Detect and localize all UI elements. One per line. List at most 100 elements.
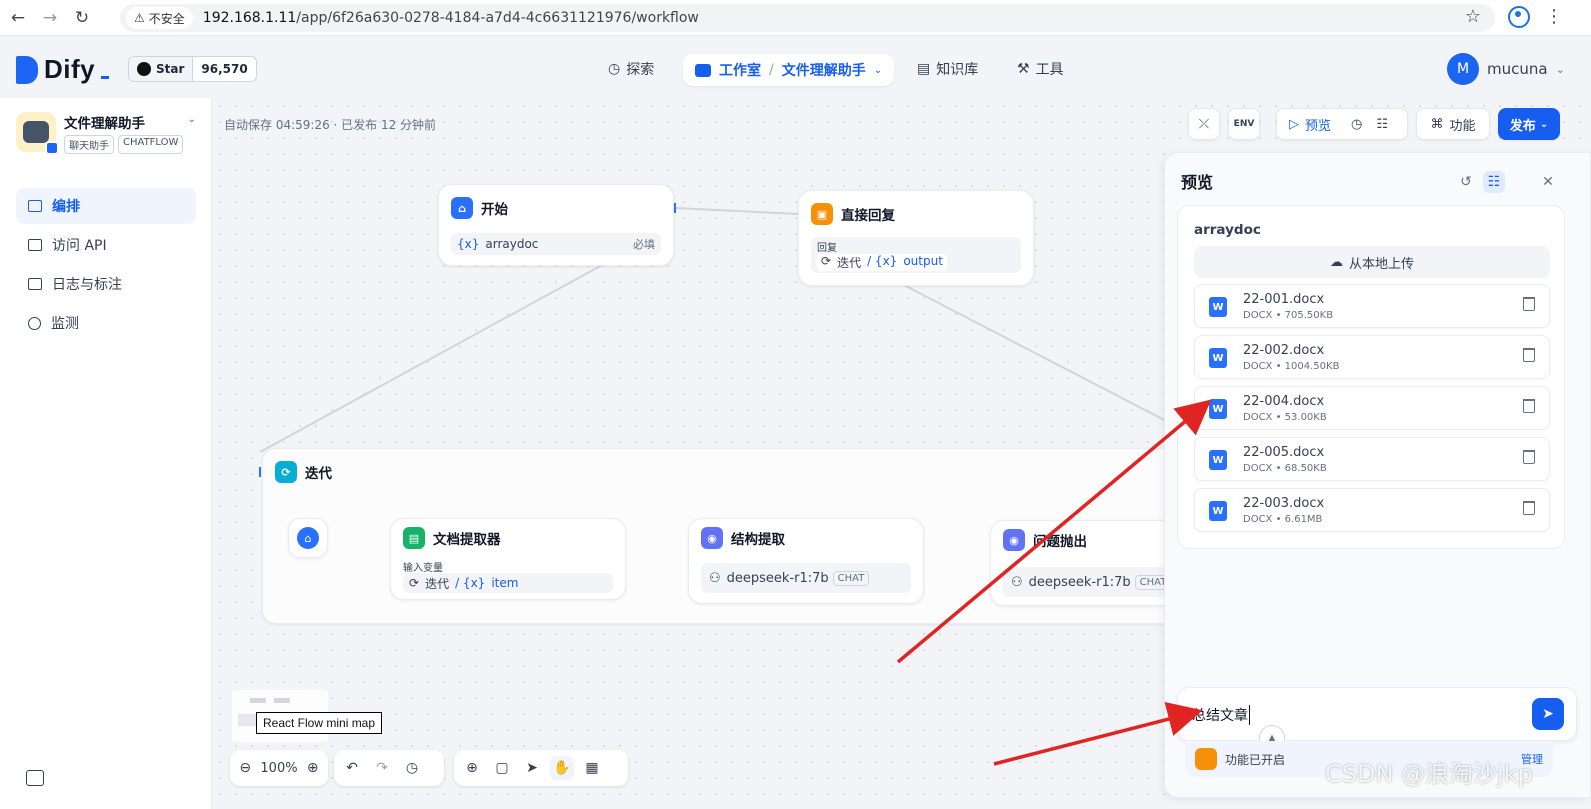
menu-icon[interactable]: ⋮ xyxy=(1545,6,1563,27)
file-item[interactable]: W 22-001.docx DOCX • 705.50KB xyxy=(1194,284,1550,328)
sidebar-item-api[interactable]: 访问 API xyxy=(16,227,196,263)
checklist-icon[interactable]: ☷ xyxy=(1376,117,1388,132)
forward-icon[interactable]: → xyxy=(36,4,64,32)
app-switch-label[interactable]: 文件理解助手 xyxy=(782,60,866,80)
play-icon[interactable]: ▷ xyxy=(1289,117,1299,132)
sidebar-item-logs[interactable]: 日志与标注 xyxy=(16,266,196,302)
nav-tools[interactable]: ⚒ 工具 xyxy=(1017,54,1064,84)
robot-icon xyxy=(695,63,711,77)
nav-studio[interactable]: 工作室 / 文件理解助手 ⌄ xyxy=(683,54,895,86)
preview-button[interactable]: 预览 xyxy=(1305,115,1331,134)
answer-label: 回复 xyxy=(817,243,837,254)
sidebar-item-label: 监测 xyxy=(51,316,79,332)
features-enabled-label: 功能已开启 xyxy=(1225,752,1286,767)
chevron-down-icon[interactable]: ⌄ xyxy=(1556,63,1565,76)
features-button[interactable]: ⌘ 功能 xyxy=(1416,108,1490,140)
insecure-badge[interactable]: ⚠ 不安全 xyxy=(126,7,193,29)
iteration-start-node[interactable]: ⌂ xyxy=(288,518,328,558)
close-icon[interactable]: ✕ xyxy=(1537,171,1559,193)
breadcrumb-separator: / xyxy=(769,62,774,78)
send-button[interactable]: ➤ xyxy=(1532,698,1564,730)
settings-sliders-icon[interactable]: ☷ xyxy=(1483,171,1505,193)
nav-knowledge-label: 知识库 xyxy=(936,62,979,78)
github-icon xyxy=(137,62,151,76)
preview-title: 预览 xyxy=(1181,173,1214,192)
question-node-title: 问题抛出 xyxy=(1033,534,1087,550)
publish-button[interactable]: 发布 ⌄ xyxy=(1498,108,1560,140)
checklist-icon[interactable]: ⤫ xyxy=(1188,108,1220,140)
app-avatar-icon xyxy=(16,112,59,155)
preview-group: ▷ 预览 ◷ ☷ xyxy=(1276,108,1408,140)
minimap-tooltip: React Flow mini map xyxy=(256,712,383,734)
node-output-handle[interactable] xyxy=(674,203,676,213)
add-note-icon[interactable]: ▢ xyxy=(490,756,514,780)
zoom-in-icon[interactable]: ⊕ xyxy=(304,756,322,780)
file-item[interactable]: W 22-003.docx DOCX • 6.61MB xyxy=(1194,488,1550,532)
doc-extractor-node[interactable]: ▤ 文档提取器 输入变量 ⟳ 迭代 / {x} item xyxy=(390,518,626,600)
file-item[interactable]: W 22-005.docx DOCX • 68.50KB xyxy=(1194,437,1550,481)
trash-icon[interactable] xyxy=(1523,348,1535,362)
home-icon: ⌂ xyxy=(297,527,319,549)
trash-icon[interactable] xyxy=(1523,501,1535,515)
app-info-card[interactable]: 文件理解助手 聊天助手 CHATFLOW ⌄ xyxy=(16,112,196,155)
layout-icon xyxy=(28,200,42,212)
address-bar[interactable]: ⚠ 不安全 192.168.1.11/app/6f26a630-0278-418… xyxy=(120,4,1495,32)
chat-input[interactable]: 总结文章 ➤ xyxy=(1177,687,1577,741)
chevron-down-icon[interactable]: ⌄ xyxy=(188,114,196,125)
hand-icon[interactable]: ✋ xyxy=(550,756,574,780)
avatar[interactable]: M xyxy=(1447,53,1479,85)
upload-local-button[interactable]: ☁ 从本地上传 xyxy=(1194,246,1550,278)
doc-extractor-title: 文档提取器 xyxy=(433,532,501,548)
back-icon[interactable]: ← xyxy=(4,4,32,32)
redo-icon[interactable]: ↷ xyxy=(370,756,394,780)
zoom-controls: ⊖ 100% ⊕ xyxy=(230,750,328,786)
sidebar-item-orchestrate[interactable]: 编排 xyxy=(16,188,196,224)
file-meta: DOCX • 6.61MB xyxy=(1243,514,1323,525)
file-item[interactable]: W 22-004.docx DOCX • 53.00KB xyxy=(1194,386,1550,430)
file-name: 22-002.docx xyxy=(1243,343,1325,358)
monitor-icon xyxy=(28,316,41,330)
env-button[interactable]: ENV xyxy=(1228,108,1260,140)
dify-logo[interactable]: Dify xyxy=(16,54,110,85)
terminal-icon xyxy=(28,239,42,251)
undo-icon[interactable]: ↶ xyxy=(340,756,364,780)
nav-knowledge[interactable]: ▤ 知识库 xyxy=(917,54,978,84)
logo-underscore xyxy=(101,76,110,79)
trash-icon[interactable] xyxy=(1523,297,1535,311)
zoom-level[interactable]: 100% xyxy=(260,761,297,776)
user-menu[interactable]: M mucuna ⌄ xyxy=(1447,53,1565,85)
profile-icon[interactable] xyxy=(1508,6,1530,28)
file-item[interactable]: W 22-002.docx DOCX • 1004.50KB xyxy=(1194,335,1550,379)
input-var-label: 输入变量 xyxy=(403,563,443,574)
reload-icon[interactable]: ↻ xyxy=(68,4,96,32)
struct-extract-node[interactable]: ◉ 结构提取 ⚇ deepseek-r1:7b CHAT xyxy=(688,518,924,604)
add-node-icon[interactable]: ⊕ xyxy=(460,756,484,780)
github-star-label: Star xyxy=(156,62,185,76)
log-icon xyxy=(28,278,42,290)
start-node[interactable]: ⌂ 开始 {x} arraydoc 必填 xyxy=(438,184,676,266)
run-history-icon[interactable]: ◷ xyxy=(1351,117,1362,132)
organize-icon[interactable]: ▦ xyxy=(580,756,604,780)
trash-icon[interactable] xyxy=(1523,399,1535,413)
zoom-out-icon[interactable]: ⊖ xyxy=(236,756,254,780)
sidebar-collapse-icon[interactable] xyxy=(26,770,44,786)
variable-icon: / {x} xyxy=(867,254,898,268)
github-star-widget[interactable]: Star 96,570 xyxy=(128,56,257,82)
nav-studio-label[interactable]: 工作室 xyxy=(719,60,761,80)
pointer-icon[interactable]: ➤ xyxy=(520,756,544,780)
chat-input-text[interactable]: 总结文章 xyxy=(1192,705,1250,725)
trash-icon[interactable] xyxy=(1523,450,1535,464)
inputs-card: arraydoc ☁ 从本地上传 W 22-001.docx DOCX • 70… xyxy=(1177,205,1565,549)
answer-node[interactable]: ▣ 直接回复 回复 ⟳ 迭代 / {x} output xyxy=(798,190,1034,286)
watermark: CSDN @浪淘沙jkp xyxy=(1325,760,1533,788)
node-input-handle[interactable] xyxy=(259,467,261,477)
edge-start-iteration xyxy=(259,263,605,453)
nav-explore[interactable]: ◷ 探索 xyxy=(608,54,654,84)
chevron-down-icon[interactable]: ⌄ xyxy=(874,65,882,76)
history-controls: ↶ ↷ ◷ xyxy=(334,750,444,786)
chatflow-badge-icon xyxy=(45,141,59,155)
restart-icon[interactable]: ↺ xyxy=(1455,171,1477,193)
sidebar-item-monitor[interactable]: 监测 xyxy=(16,305,196,341)
star-icon[interactable]: ☆ xyxy=(1465,6,1481,27)
history-icon[interactable]: ◷ xyxy=(400,756,424,780)
